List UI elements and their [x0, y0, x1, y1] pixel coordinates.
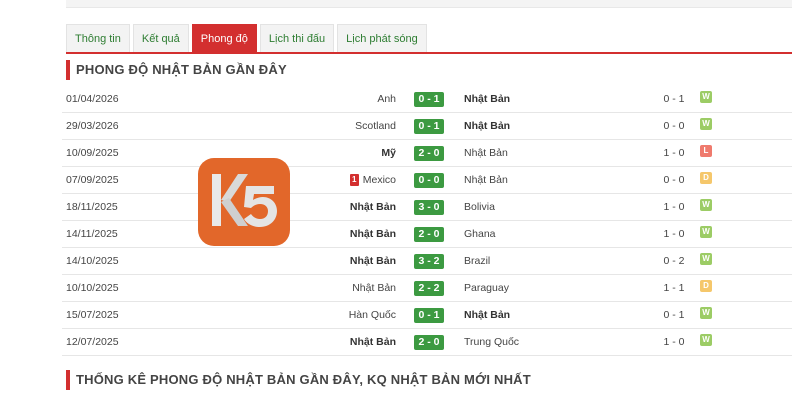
tab-phong-do[interactable]: Phong độ	[191, 24, 257, 52]
home-team[interactable]: Anh	[377, 93, 396, 105]
match-row[interactable]: 18/11/2025 Nhật Bản 3 - 0 Bolivia 1 - 0 W	[62, 194, 792, 221]
tab-thong-tin[interactable]: Thông tin	[66, 24, 130, 52]
tab-bar: Thông tin Kết quả Phong độ Lịch thi đấu …	[66, 24, 430, 52]
match-score[interactable]: 0 - 1	[414, 308, 444, 323]
section-title-recent-form: PHONG ĐỘ NHẬT BẢN GẦN ĐÂY	[66, 60, 792, 80]
match-date: 10/09/2025	[66, 147, 119, 159]
match-score[interactable]: 0 - 1	[414, 119, 444, 134]
result-badge: W	[700, 253, 712, 265]
half-time-score: 1 - 0	[663, 336, 685, 348]
match-date: 07/09/2025	[66, 174, 119, 186]
tab-lich-phat-song[interactable]: Lịch phát sóng	[337, 24, 427, 52]
match-score[interactable]: 3 - 2	[414, 254, 444, 269]
home-team-name: Nhật Bản	[349, 201, 396, 213]
home-team[interactable]: Nhật Bản	[350, 228, 396, 240]
home-team[interactable]: Mỹ	[381, 147, 396, 159]
match-score[interactable]: 2 - 0	[414, 146, 444, 161]
match-date: 01/04/2026	[66, 93, 119, 105]
match-row[interactable]: 10/10/2025 Nhật Bản 2 - 2 Paraguay 1 - 1 D	[62, 275, 792, 302]
match-date: 15/07/2025	[66, 309, 119, 321]
home-team[interactable]: 1 Mexico	[349, 174, 396, 186]
result-badge: W	[700, 91, 712, 103]
red-card-icon: 1	[349, 174, 359, 186]
home-team[interactable]: Nhật Bản	[350, 336, 396, 348]
away-team[interactable]: Nhật Bản	[464, 309, 510, 321]
home-team[interactable]: Hàn Quốc	[349, 309, 396, 321]
match-row[interactable]: 01/04/2026 Anh 0 - 1 Nhật Bản 0 - 1 W	[62, 86, 792, 113]
match-row[interactable]: 29/03/2026 Scotland 0 - 1 Nhật Bản 0 - 0 W	[62, 113, 792, 140]
result-badge: L	[700, 145, 712, 157]
home-team-name: Scotland	[355, 120, 396, 132]
home-team[interactable]: Scotland	[355, 120, 396, 132]
match-score[interactable]: 0 - 0	[414, 173, 444, 188]
half-time-score: 0 - 1	[663, 309, 685, 321]
match-score[interactable]: 3 - 0	[414, 200, 444, 215]
match-row[interactable]: 14/10/2025 Nhật Bản 3 - 2 Brazil 0 - 2 W	[62, 248, 792, 275]
half-time-score: 0 - 2	[663, 255, 685, 267]
half-time-score: 0 - 0	[663, 174, 685, 186]
half-time-score: 1 - 0	[663, 228, 685, 240]
match-date: 29/03/2026	[66, 120, 119, 132]
away-team[interactable]: Paraguay	[464, 282, 509, 294]
half-time-score: 0 - 0	[663, 120, 685, 132]
home-team-name: Nhật Bản	[349, 336, 396, 348]
result-badge: D	[700, 172, 712, 184]
k5-logo	[198, 158, 290, 246]
away-team[interactable]: Brazil	[464, 255, 490, 267]
half-time-score: 1 - 1	[663, 282, 685, 294]
home-team-name: Hàn Quốc	[348, 309, 396, 321]
match-date: 12/07/2025	[66, 336, 119, 348]
match-score[interactable]: 2 - 0	[414, 227, 444, 242]
away-team[interactable]: Nhật Bản	[464, 174, 508, 186]
home-team-name: Mỹ	[381, 147, 396, 159]
result-badge: W	[700, 118, 712, 130]
result-badge: W	[700, 334, 712, 346]
home-team-name: Anh	[377, 93, 396, 105]
away-team[interactable]: Bolivia	[464, 201, 495, 213]
match-row[interactable]: 12/07/2025 Nhật Bản 2 - 0 Trung Quốc 1 - 0 W	[62, 329, 792, 356]
away-team[interactable]: Trung Quốc	[464, 336, 519, 348]
result-badge: W	[700, 226, 712, 238]
result-badge: D	[700, 280, 712, 292]
match-score[interactable]: 2 - 0	[414, 335, 444, 350]
half-time-score: 0 - 1	[663, 93, 685, 105]
tab-lich-thi-dau[interactable]: Lịch thi đấu	[259, 24, 335, 52]
match-row[interactable]: 07/09/2025 1 Mexico 0 - 0 Nhật Bản 0 - 0 D	[62, 167, 792, 194]
half-time-score: 1 - 0	[663, 201, 685, 213]
home-team-name: Nhật Bản	[352, 282, 396, 294]
home-team-name: Mexico	[362, 174, 396, 186]
home-team[interactable]: Nhật Bản	[350, 255, 396, 267]
match-date: 14/10/2025	[66, 255, 119, 267]
section-title-form-stats: THỐNG KÊ PHONG ĐỘ NHẬT BẢN GẦN ĐÂY, KQ N…	[66, 370, 792, 390]
tab-underline	[66, 52, 792, 54]
match-row[interactable]: 14/11/2025 Nhật Bản 2 - 0 Ghana 1 - 0 W	[62, 221, 792, 248]
away-team[interactable]: Nhật Bản	[464, 93, 510, 105]
k5-logo-mark	[212, 174, 277, 227]
half-time-score: 1 - 0	[663, 147, 685, 159]
away-team[interactable]: Nhật Bản	[464, 147, 508, 159]
match-date: 18/11/2025	[66, 201, 118, 213]
match-score[interactable]: 2 - 2	[414, 281, 444, 296]
match-list: 01/04/2026 Anh 0 - 1 Nhật Bản 0 - 1 W 29/03/20…	[62, 86, 792, 356]
top-strip	[66, 0, 792, 8]
away-team[interactable]: Nhật Bản	[464, 120, 510, 132]
home-team[interactable]: Nhật Bản	[350, 201, 396, 213]
result-badge: W	[700, 199, 712, 211]
tab-ket-qua[interactable]: Kết quả	[132, 24, 189, 52]
result-badge: W	[700, 307, 712, 319]
match-date: 14/11/2025	[66, 228, 118, 240]
home-team-name: Nhật Bản	[349, 255, 396, 267]
match-row[interactable]: 10/09/2025 Mỹ 2 - 0 Nhật Bản 1 - 0 L	[62, 140, 792, 167]
match-score[interactable]: 0 - 1	[414, 92, 444, 107]
home-team-name: Nhật Bản	[349, 228, 396, 240]
away-team[interactable]: Ghana	[464, 228, 496, 240]
home-team[interactable]: Nhật Bản	[352, 282, 396, 294]
match-date: 10/10/2025	[66, 282, 119, 294]
match-row[interactable]: 15/07/2025 Hàn Quốc 0 - 1 Nhật Bản 0 - 1 W	[62, 302, 792, 329]
